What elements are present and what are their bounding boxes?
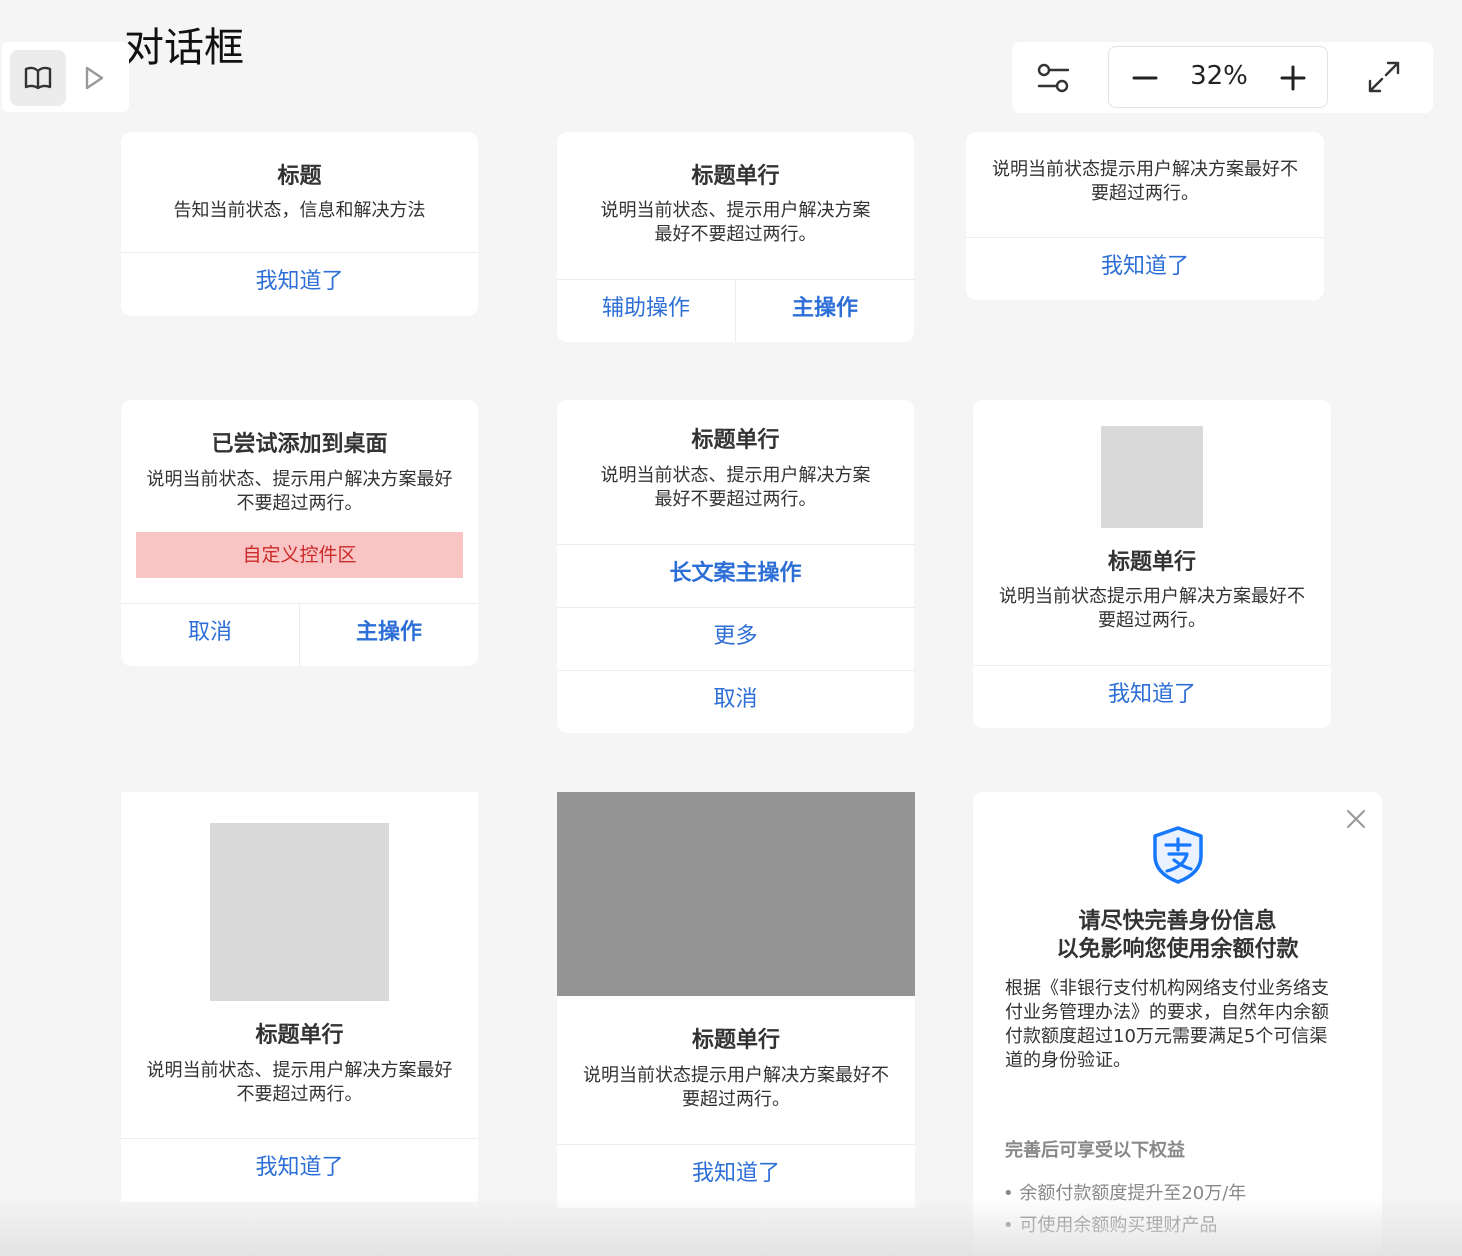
dialog-two-actions: 标题单行 说明当前状态、提示用户解决方案 最好不要超过两行。 辅助操作 主操作 bbox=[557, 132, 914, 342]
expand-icon bbox=[1368, 61, 1400, 93]
dialog-simple: 标题 告知当前状态，信息和解决方法 我知道了 bbox=[121, 132, 478, 316]
dialog-custom-area: 已尝试添加到桌面 说明当前状态、提示用户解决方案最好 不要超过两行。 自定义控件… bbox=[121, 400, 478, 666]
ok-button[interactable]: 我知道了 bbox=[121, 1153, 478, 1183]
settings-button[interactable] bbox=[1034, 59, 1074, 97]
dialog-vertical-actions: 标题单行 说明当前状态、提示用户解决方案 最好不要超过两行。 长文案主操作 更多… bbox=[557, 400, 914, 733]
ok-button[interactable]: 我知道了 bbox=[557, 1159, 915, 1189]
dialog-description-line: 要超过两行。 bbox=[682, 1089, 790, 1110]
dialog-description-line: 不要超过两行。 bbox=[236, 493, 363, 514]
filter-settings-icon bbox=[1037, 63, 1070, 93]
play-icon bbox=[85, 66, 104, 90]
custom-control-area[interactable]: 自定义控件区 bbox=[136, 532, 463, 578]
divider bbox=[121, 1138, 478, 1139]
more-button[interactable]: 更多 bbox=[557, 622, 914, 652]
dialog-no-title: 说明当前状态提示用户解决方案最好不 要超过两行。 我知道了 bbox=[966, 132, 1324, 300]
right-toolbar: 32% bbox=[1012, 42, 1433, 113]
benefit-item: • 余额付款额度提升至20万/年 bbox=[1003, 1183, 1247, 1204]
divider bbox=[557, 1144, 915, 1145]
dialog-description: 告知当前状态，信息和解决方法 bbox=[173, 200, 426, 221]
dialog-description-line: 说明当前状态提示用户解决方案最好不 bbox=[999, 586, 1305, 607]
dialog-with-icon-image: 标题单行 说明当前状态提示用户解决方案最好不 要超过两行。 我知道了 bbox=[973, 400, 1331, 728]
ok-button[interactable]: 我知道了 bbox=[973, 680, 1331, 710]
zoom-out-button[interactable] bbox=[1123, 56, 1167, 100]
close-button[interactable] bbox=[1343, 806, 1369, 832]
book-icon bbox=[24, 66, 52, 90]
minus-icon bbox=[1132, 76, 1158, 80]
dialog-body-line: 付业务管理办法》的要求，自然年内余额 bbox=[1005, 1002, 1329, 1023]
dialog-with-large-image: 标题单行 说明当前状态、提示用户解决方案最好 不要超过两行。 我知道了 bbox=[121, 792, 478, 1202]
divider bbox=[973, 665, 1331, 666]
dialog-title: 标题 bbox=[277, 164, 322, 189]
dialog-description-line: 最好不要超过两行。 bbox=[654, 489, 817, 510]
dialog-description-line: 说明当前状态提示用户解决方案最好不 bbox=[992, 159, 1298, 180]
dialog-description-line: 说明当前状态、提示用户解决方案 bbox=[600, 465, 871, 486]
dialog-identity-verification: 请尽快完善身份信息 以免影响您使用余额付款 根据《非银行支付机构网络支付业务络支… bbox=[973, 792, 1382, 1256]
alipay-shield-icon bbox=[1153, 826, 1203, 884]
play-button[interactable] bbox=[66, 50, 122, 106]
dialog-description-line: 说明当前状态提示用户解决方案最好不 bbox=[583, 1065, 889, 1086]
divider bbox=[557, 670, 914, 671]
plus-icon bbox=[1280, 65, 1306, 91]
dialog-description-line: 说明当前状态、提示用户解决方案最好 bbox=[146, 1060, 453, 1081]
cancel-button[interactable]: 取消 bbox=[121, 618, 299, 648]
cancel-button[interactable]: 取消 bbox=[557, 685, 914, 715]
dialog-description-line: 要超过两行。 bbox=[1098, 610, 1206, 631]
primary-action-button[interactable]: 主操作 bbox=[736, 294, 914, 324]
dialog-description-line: 要超过两行。 bbox=[1091, 183, 1199, 204]
dialog-title: 标题单行 bbox=[691, 1028, 780, 1053]
divider bbox=[121, 252, 478, 253]
dialog-body-line: 根据《非银行支付机构网络支付业务络支 bbox=[1005, 978, 1329, 999]
dialog-description-line: 不要超过两行。 bbox=[236, 1084, 363, 1105]
banner-image-placeholder bbox=[557, 792, 915, 996]
dialog-title-line: 以免影响您使用余额付款 bbox=[1056, 937, 1299, 962]
dialog-title: 标题单行 bbox=[691, 164, 780, 189]
image-placeholder bbox=[1101, 426, 1203, 528]
docs-button[interactable] bbox=[10, 50, 66, 106]
ok-button[interactable]: 我知道了 bbox=[966, 252, 1324, 282]
zoom-control: 32% bbox=[1108, 46, 1328, 108]
dialog-body-line: 道的身份验证。 bbox=[1005, 1050, 1131, 1071]
fullscreen-button[interactable] bbox=[1366, 59, 1402, 95]
ok-button[interactable]: 我知道了 bbox=[121, 267, 478, 297]
primary-action-button[interactable]: 主操作 bbox=[300, 618, 478, 648]
alipay-shield-badge bbox=[1151, 824, 1205, 884]
dialog-with-banner-image: 标题单行 说明当前状态提示用户解决方案最好不 要超过两行。 我知道了 bbox=[557, 792, 915, 1208]
zoom-in-button[interactable] bbox=[1271, 56, 1315, 100]
dialog-title: 标题单行 bbox=[255, 1023, 344, 1048]
dialog-title: 标题单行 bbox=[691, 428, 780, 453]
dialog-description-line: 最好不要超过两行。 bbox=[654, 224, 817, 245]
dialog-description-line: 说明当前状态、提示用户解决方案 bbox=[600, 200, 871, 221]
page-title: 对话框 bbox=[124, 25, 244, 71]
image-placeholder bbox=[210, 823, 389, 1001]
divider bbox=[966, 237, 1324, 238]
benefits-heading: 完善后可享受以下权益 bbox=[1005, 1140, 1185, 1161]
zoom-value: 32% bbox=[1190, 61, 1248, 91]
divider bbox=[557, 544, 914, 545]
long-primary-button[interactable]: 长文案主操作 bbox=[557, 559, 914, 589]
dialog-body-line: 付款额度超过10万元需要满足5个可信渠 bbox=[1005, 1026, 1328, 1047]
divider bbox=[557, 607, 914, 608]
left-toolbar bbox=[2, 42, 129, 112]
dialog-title: 标题单行 bbox=[1107, 550, 1196, 575]
benefit-item: • 可使用余额购买理财产品 bbox=[1003, 1215, 1218, 1236]
close-icon bbox=[1347, 810, 1365, 828]
dialog-title: 已尝试添加到桌面 bbox=[211, 432, 388, 457]
dialog-description-line: 说明当前状态、提示用户解决方案最好 bbox=[146, 469, 453, 490]
secondary-action-button[interactable]: 辅助操作 bbox=[557, 294, 735, 324]
